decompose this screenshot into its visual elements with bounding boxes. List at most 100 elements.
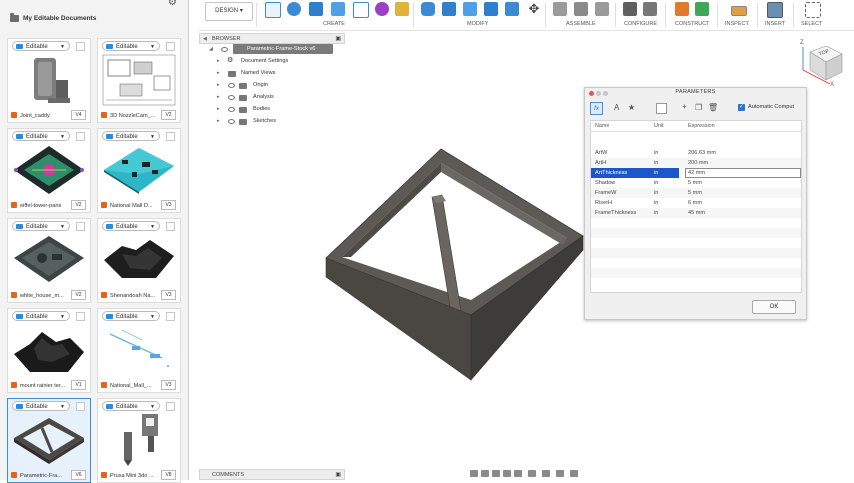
insert-derive-icon[interactable] [395, 2, 409, 16]
new-component-icon[interactable] [553, 2, 567, 16]
document-card[interactable]: Editable ▼ National Mall D... V3 [97, 128, 181, 213]
insert-image-icon[interactable] [767, 2, 783, 18]
group-configure[interactable]: CONFIGURE [624, 21, 657, 27]
loft-icon[interactable] [353, 2, 369, 18]
expand-arrow-icon[interactable]: ▸ [217, 106, 220, 112]
editable-badge[interactable]: Editable ▼ [102, 41, 160, 51]
workspace-switcher[interactable]: DESIGN ▾ [205, 2, 253, 21]
visibility-icon[interactable] [221, 47, 228, 52]
fillet-icon[interactable] [442, 2, 456, 16]
axis-icon[interactable] [695, 2, 709, 16]
table-row[interactable]: ArtW in 206.63 mm [591, 148, 801, 158]
select-checkbox[interactable] [166, 402, 175, 411]
select-checkbox[interactable] [76, 402, 85, 411]
group-insert[interactable]: INSERT [765, 21, 785, 27]
editable-badge[interactable]: Editable ▼ [102, 401, 160, 411]
column-header-expression[interactable]: Expression [688, 123, 715, 129]
browser-root-document[interactable]: ◢ Parametric-Frame-Stock v6 [199, 44, 345, 56]
expand-arrow-icon[interactable]: ◢ [209, 46, 213, 52]
configure-icon[interactable] [623, 2, 637, 16]
editable-badge[interactable]: Editable ▼ [102, 131, 160, 141]
viewports-icon[interactable] [556, 470, 564, 477]
filter-box-icon[interactable] [656, 103, 667, 114]
version-badge[interactable]: V3 [161, 380, 176, 390]
version-badge[interactable]: V3 [161, 290, 176, 300]
table-row[interactable]: FrameW in 5 mm [591, 188, 801, 198]
pin-icon[interactable]: ▣ [335, 471, 341, 478]
select-checkbox[interactable] [166, 132, 175, 141]
document-card[interactable]: Editable ▼ 3D NozzleCam_... V2 [97, 38, 181, 123]
table-row[interactable]: RiserH in 6 mm [591, 198, 801, 208]
group-modify[interactable]: MODIFY [467, 21, 488, 27]
orbit-icon[interactable] [470, 470, 478, 477]
select-checkbox[interactable] [166, 42, 175, 51]
view-cube-graphic[interactable] [800, 40, 848, 92]
revolve-icon[interactable] [309, 2, 323, 16]
move-icon[interactable]: ✥ [527, 2, 541, 16]
fit-icon[interactable] [514, 470, 522, 477]
group-create[interactable]: CREATE [323, 21, 345, 27]
joint-icon[interactable] [574, 2, 588, 16]
trash-icon[interactable]: 🗑 [708, 103, 718, 112]
editable-badge[interactable]: Editable ▼ [12, 311, 70, 321]
select-checkbox[interactable] [166, 312, 175, 321]
form-icon[interactable] [375, 2, 389, 16]
browser-header[interactable]: ◀ BROWSER ▣ [199, 33, 345, 44]
visibility-icon[interactable] [228, 119, 235, 124]
select-checkbox[interactable] [76, 312, 85, 321]
editable-badge[interactable]: Editable ▼ [102, 311, 160, 321]
select-checkbox[interactable] [76, 132, 85, 141]
expand-arrow-icon[interactable]: ▸ [217, 94, 220, 100]
editable-badge[interactable]: Editable ▼ [12, 131, 70, 141]
expand-arrow-icon[interactable]: ▸ [217, 70, 220, 76]
version-badge[interactable]: V1 [71, 380, 86, 390]
column-header-unit[interactable]: Unit [654, 123, 664, 129]
group-inspect[interactable]: INSPECT [725, 21, 749, 27]
zoom-icon[interactable] [503, 470, 511, 477]
visibility-icon[interactable] [228, 83, 235, 88]
group-select[interactable]: SELECT [801, 21, 822, 27]
collapse-arrow-icon[interactable]: ◀ [203, 36, 207, 42]
document-card[interactable]: Editable ▼ white_house_m... V2 [7, 218, 91, 303]
browser-item-bodies[interactable]: ▸ Bodies [199, 104, 345, 116]
frame-model-viewport[interactable] [320, 145, 590, 385]
group-construct[interactable]: CONSTRUCT [675, 21, 710, 27]
table-row[interactable]: ArtH in 200 mm [591, 158, 801, 168]
gear-icon[interactable]: ⚙ [168, 0, 177, 8]
environment-icon[interactable] [570, 470, 578, 477]
shell-icon[interactable] [484, 2, 498, 16]
browser-item-origin[interactable]: ▸ Origin [199, 80, 345, 92]
document-card[interactable]: Editable ▼ eiffel-tower-paris V2 [7, 128, 91, 213]
document-card[interactable]: Editable ▼ Shenandoah Na... V3 [97, 218, 181, 303]
combine-icon[interactable] [505, 2, 519, 16]
browser-item-analysis[interactable]: ▸ Analysis [199, 92, 345, 104]
editable-badge[interactable]: Editable ▼ [12, 401, 70, 411]
ok-button[interactable]: OK [752, 300, 796, 314]
copy-icon[interactable]: ❐ [695, 103, 702, 112]
sweep-icon[interactable] [331, 2, 345, 16]
chamfer-icon[interactable] [463, 2, 477, 16]
table-row[interactable]: Shadow in 5 mm [591, 178, 801, 188]
document-card[interactable]: Editable ▼ Joint_caddy V4 [7, 38, 91, 123]
extrude-icon[interactable] [287, 2, 301, 16]
editable-badge[interactable]: Editable ▼ [12, 41, 70, 51]
auto-compute-checkbox[interactable]: ✓ [738, 104, 745, 111]
expand-arrow-icon[interactable]: ▸ [217, 58, 220, 64]
version-badge[interactable]: V8 [161, 470, 176, 480]
display-settings-icon[interactable] [528, 470, 536, 477]
table-row[interactable]: FrameThickness in 45 mm [591, 208, 801, 218]
pin-icon[interactable]: ▣ [335, 35, 341, 42]
select-checkbox[interactable] [166, 222, 175, 231]
select-icon[interactable] [805, 2, 821, 18]
favorite-star-icon[interactable]: ★ [628, 103, 635, 112]
group-assemble[interactable]: ASSEMBLE [566, 21, 596, 27]
text-style-icon[interactable]: A [614, 103, 619, 112]
document-card-selected[interactable]: Editable ▼ Parametric-Fra... V6 [7, 398, 91, 483]
version-badge[interactable]: V3 [161, 200, 176, 210]
document-card[interactable]: Editable ▼ mount rainier ter... V1 [7, 308, 91, 393]
column-header-name[interactable]: Name [595, 123, 609, 129]
grid-settings-icon[interactable] [542, 470, 550, 477]
create-sketch-icon[interactable] [265, 2, 281, 18]
table-row-selected[interactable]: ArtThickness in 42 mm [591, 168, 801, 178]
measure-icon[interactable] [731, 6, 747, 16]
